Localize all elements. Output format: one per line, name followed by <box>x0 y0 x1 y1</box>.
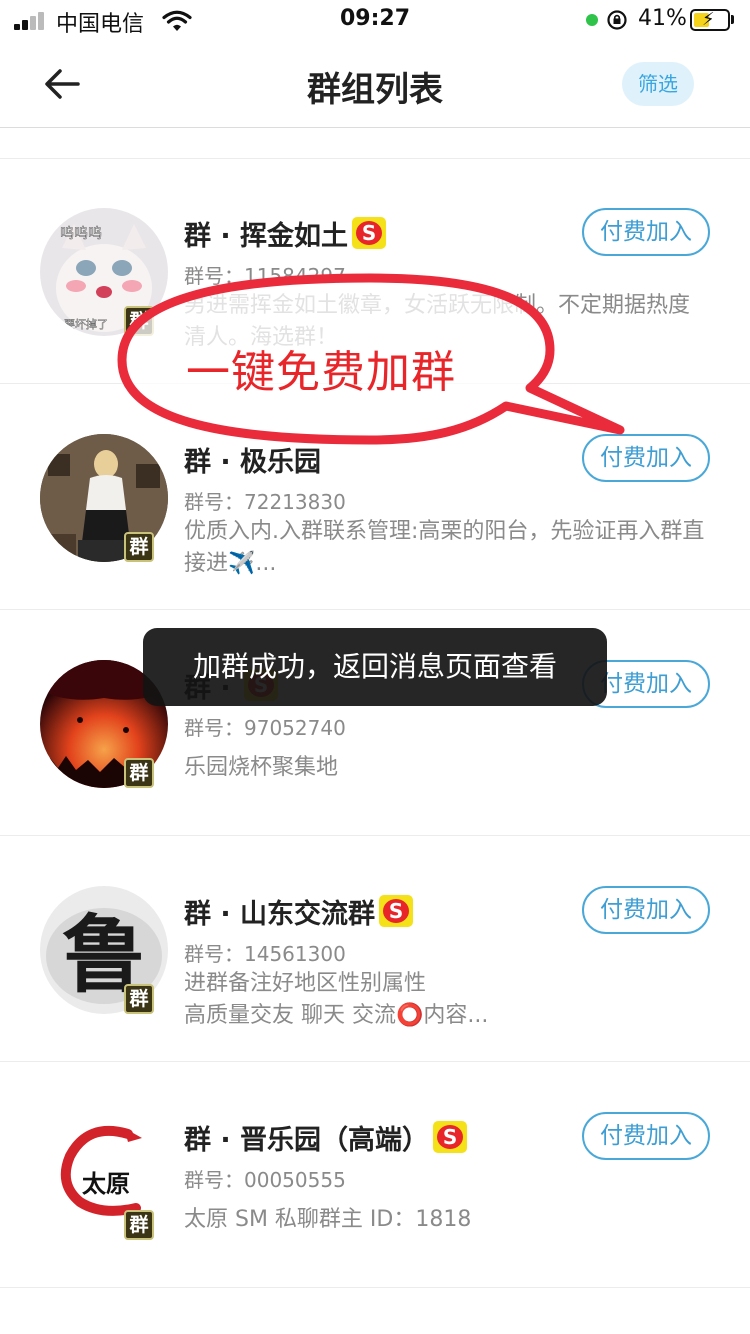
battery-icon: ⚡ <box>690 9 730 31</box>
s-level-badge: S <box>433 1121 468 1153</box>
avatar-caption: 要坏掉了 <box>64 317 108 331</box>
paid-join-button[interactable]: 付费加入 <box>582 208 710 256</box>
paid-join-button[interactable]: 付费加入 <box>582 1112 710 1160</box>
group-id: 群号：72213830 <box>184 490 346 514</box>
group-tag: 群 <box>124 532 154 562</box>
paid-join-button[interactable]: 付费加入 <box>582 886 710 934</box>
group-name: 群 · 山东交流群 S <box>184 892 414 931</box>
avatar-caption: 呜呜呜 <box>60 226 102 242</box>
group-description: 优质入内.入群联系管理:高栗的阳台，先验证再入群直接进✈️... <box>184 519 705 576</box>
filter-button[interactable]: 筛选 <box>622 62 694 106</box>
group-list: 呜呜呜 要坏掉了 群 群 · 挥金如土 S 群号：11584297 男进需挥金如土… <box>0 158 750 1288</box>
group-id: 群号：00050555 <box>184 1168 346 1192</box>
s-level-badge: S <box>379 895 414 927</box>
avatar-logo-text: 太原 <box>82 1170 130 1198</box>
toast-message: 加群成功，返回消息页面查看 <box>143 628 607 706</box>
group-description: 乐园烧杯聚集地 <box>184 755 339 780</box>
group-name: 群 · 晋乐园（高端） S <box>184 1118 468 1157</box>
s-level-badge: S <box>352 217 387 249</box>
group-description: 进群备注好地区性别属性 高质量交友 聊天 交流⭕内容... <box>184 971 489 1028</box>
group-tag: 群 <box>124 984 154 1014</box>
group-id: 群号：97052740 <box>184 716 346 740</box>
group-id: 群号：14561300 <box>184 942 346 966</box>
group-id: 群号：11584297 <box>184 264 346 288</box>
rotation-lock-icon <box>607 10 627 30</box>
group-tag: 群 <box>124 306 154 336</box>
group-tag: 群 <box>124 758 154 788</box>
group-tag: 群 <box>124 1210 154 1240</box>
nav-header: 群组列表 筛选 <box>0 40 750 128</box>
paid-join-button[interactable]: 付费加入 <box>582 434 710 482</box>
group-description: 太原 SM 私聊群主 ID：1818 <box>184 1207 472 1232</box>
group-name: 群 · 挥金如土 S <box>184 214 387 253</box>
group-name: 群 · 极乐园 <box>184 447 322 478</box>
group-list-item[interactable]: 太原 群 群 · 晋乐园（高端） S 群号：00050555 太原 SM 私聊群主… <box>0 1062 750 1288</box>
camera-in-use-indicator <box>586 14 598 26</box>
status-bar: 中国电信 09:27 41% ⚡ <box>0 0 750 40</box>
group-list-item[interactable]: 群 群 · 极乐园 群号：72213830 优质入内.入群联系管理:高栗的阳台，… <box>0 384 750 610</box>
battery-percent: 41% <box>638 6 687 31</box>
promo-bubble-text: 一键免费加群 <box>186 347 456 398</box>
group-list-item[interactable]: 鲁 群 群 · 山东交流群 S 群号：14561300 进群备注好地区性别属性 高… <box>0 836 750 1062</box>
